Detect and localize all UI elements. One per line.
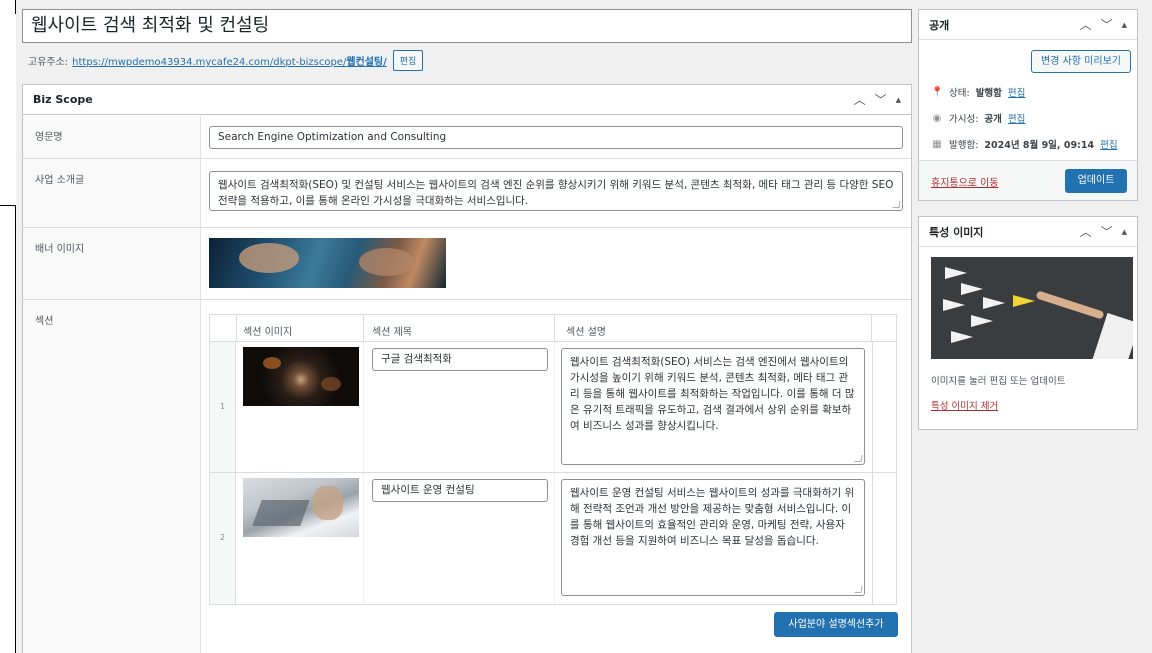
resize-handle-icon[interactable] [854, 586, 863, 593]
pin-icon: 📍 [931, 86, 944, 98]
visibility-row: ◉ 가시성: 공개 편집 [932, 111, 1026, 126]
featured-caption: 이미지를 눌러 편집 또는 업데이트 [931, 376, 1066, 387]
biz-scope-title: Biz Scope [33, 93, 93, 106]
paper-plane-icon [1013, 295, 1035, 307]
paper-plane-icon [945, 267, 967, 279]
intro-textarea[interactable]: 웹사이트 검색최적화(SEO) 및 컨설팅 서비스는 웹사이트의 검색 엔진 순… [209, 171, 903, 211]
chevron-down-icon[interactable]: ﹀ [1101, 16, 1113, 33]
section-title-cell: 구글 검색최적화 [364, 342, 555, 472]
section-title-input[interactable]: 웹사이트 운영 컨설팅 [372, 479, 548, 502]
section-repeater: 섹션 이미지 섹션 제목 섹션 설명 1 구글 검색최적화 웹사이트 검색최적화… [209, 314, 897, 605]
paper-plane-icon [961, 283, 983, 295]
hand-shape [1035, 290, 1105, 320]
permalink-bar: 고유주소: https://mwpdemo43934.mycafe24.com/… [28, 50, 424, 71]
publish-box: 공개 ︿ ﹀ ▲ 변경 사항 미리보기 📍 상태: 발행함 편집 ◉ 가시성: 공개… [918, 9, 1138, 201]
chevron-up-icon[interactable]: ︿ [1080, 16, 1092, 33]
table-row: 2 웹사이트 운영 컨설팅 웹사이트 운영 컨설팅 서비스는 웹사이트의 성과를… [210, 473, 896, 604]
paper-plane-icon [943, 299, 965, 311]
row-actions[interactable] [872, 342, 896, 472]
permalink-label: 고유주소: [28, 57, 69, 68]
section-image[interactable] [243, 347, 359, 406]
row-actions[interactable] [872, 473, 896, 604]
section-desc-cell: 웹사이트 운영 컨설팅 서비스는 웹사이트의 성과를 극대화하기 위해 전략적 … [555, 473, 873, 604]
row-handle[interactable]: 1 [210, 342, 236, 472]
publish-header: 공개 ︿ ﹀ ▲ [919, 10, 1137, 40]
field-intro: 사업 소개글 웹사이트 검색최적화(SEO) 및 컨설팅 서비스는 웹사이트의 … [23, 159, 911, 228]
chevron-down-icon[interactable]: ﹀ [875, 91, 887, 108]
section-title-cell: 웹사이트 운영 컨설팅 [364, 473, 555, 604]
visibility-edit-link[interactable]: 편집 [1008, 111, 1025, 125]
featured-header: 특성 이미지 ︿ ﹀ ▲ [919, 217, 1137, 247]
field-english-name: 영문명 Search Engine Optimization and Consu… [23, 116, 911, 159]
section-image-cell [237, 473, 364, 604]
permalink-edit-button[interactable]: 편집 [392, 50, 424, 71]
eye-icon: ◉ [932, 112, 942, 124]
post-title-input[interactable]: 웹사이트 검색 최적화 및 컨설팅 [22, 9, 912, 43]
toggle-icon[interactable]: ▲ [896, 96, 901, 104]
row-handle[interactable]: 2 [210, 473, 236, 604]
english-name-input[interactable]: Search Engine Optimization and Consultin… [209, 126, 903, 149]
section-image[interactable] [243, 478, 359, 537]
col-header-title: 섹션 제목 [372, 327, 412, 338]
trash-link[interactable]: 휴지통으로 이동 [931, 174, 999, 189]
chevron-down-icon[interactable]: ﹀ [1101, 223, 1113, 240]
biz-scope-header: Biz Scope ︿ ﹀ ▲ [23, 85, 911, 115]
box-controls: ︿ ﹀ ▲ [1080, 16, 1127, 33]
col-header-image: 섹션 이미지 [243, 327, 293, 338]
resize-handle-icon[interactable] [892, 201, 901, 208]
box-controls: ︿ ﹀ ▲ [854, 91, 901, 108]
repeater-header: 섹션 이미지 섹션 제목 섹션 설명 [210, 315, 896, 342]
field-label: 사업 소개글 [23, 159, 201, 227]
field-label: 영문명 [23, 116, 201, 158]
sleeve-shape [1092, 312, 1133, 359]
frame-line [0, 205, 16, 206]
permalink-link[interactable]: https://mwpdemo43934.mycafe24.com/dkpt-b… [72, 53, 387, 68]
paper-plane-icon [971, 315, 993, 327]
section-desc-textarea[interactable]: 웹사이트 검색최적화(SEO) 서비스는 검색 엔진에서 웹사이트의 가시성을 … [561, 348, 865, 465]
featured-image-box: 특성 이미지 ︿ ﹀ ▲ 이미지를 눌러 편집 또는 업데이트 특성 이미지 제… [918, 216, 1138, 430]
section-title-input[interactable]: 구글 검색최적화 [372, 348, 548, 371]
box-controls: ︿ ﹀ ▲ [1080, 223, 1127, 240]
section-desc-cell: 웹사이트 검색최적화(SEO) 서비스는 검색 엔진에서 웹사이트의 가시성을 … [555, 342, 873, 472]
table-row: 1 구글 검색최적화 웹사이트 검색최적화(SEO) 서비스는 검색 엔진에서 … [210, 342, 896, 473]
status-edit-link[interactable]: 편집 [1008, 85, 1025, 99]
section-desc-textarea[interactable]: 웹사이트 운영 컨설팅 서비스는 웹사이트의 성과를 극대화하기 위해 전략적 … [561, 479, 865, 596]
calendar-icon: ▦ [932, 138, 942, 150]
remove-featured-link[interactable]: 특성 이미지 제거 [931, 398, 998, 412]
publish-actions: 휴지통으로 이동 업데이트 [919, 160, 1137, 200]
featured-image[interactable] [931, 257, 1133, 359]
field-banner: 배너 이미지 [23, 228, 911, 300]
status-row: 📍 상태: 발행함 편집 [931, 85, 1026, 100]
field-label: 배너 이미지 [23, 228, 201, 299]
toggle-icon[interactable]: ▲ [1122, 228, 1127, 236]
published-edit-link[interactable]: 편집 [1100, 137, 1117, 151]
banner-image[interactable] [209, 238, 446, 288]
toggle-icon[interactable]: ▲ [1122, 21, 1127, 29]
publish-title: 공개 [929, 18, 950, 32]
biz-scope-box: Biz Scope ︿ ﹀ ▲ 영문명 Search Engine Optimi… [22, 84, 912, 653]
paper-plane-icon [983, 297, 1005, 309]
featured-title: 특성 이미지 [929, 225, 984, 239]
add-section-button[interactable]: 사업분야 설명섹션추가 [774, 612, 898, 637]
paper-plane-icon [951, 331, 973, 343]
chevron-up-icon[interactable]: ︿ [1080, 223, 1092, 240]
preview-changes-button[interactable]: 변경 사항 미리보기 [1031, 50, 1131, 73]
resize-handle-icon[interactable] [854, 455, 863, 462]
section-image-cell [237, 342, 364, 472]
published-row: ▦ 발행함: 2024년 8월 9일, 09:14 편집 [932, 137, 1118, 152]
update-button[interactable]: 업데이트 [1065, 169, 1127, 193]
editor-main: 웹사이트 검색 최적화 및 컨설팅 고유주소: https://mwpdemo4… [16, 0, 1152, 653]
chevron-up-icon[interactable]: ︿ [854, 91, 866, 108]
field-label: 섹션 [23, 300, 201, 653]
col-header-desc: 섹션 설명 [566, 327, 606, 338]
field-section: 섹션 섹션 이미지 섹션 제목 섹션 설명 1 구글 검색최적화 웹사이트 검색… [23, 300, 911, 653]
